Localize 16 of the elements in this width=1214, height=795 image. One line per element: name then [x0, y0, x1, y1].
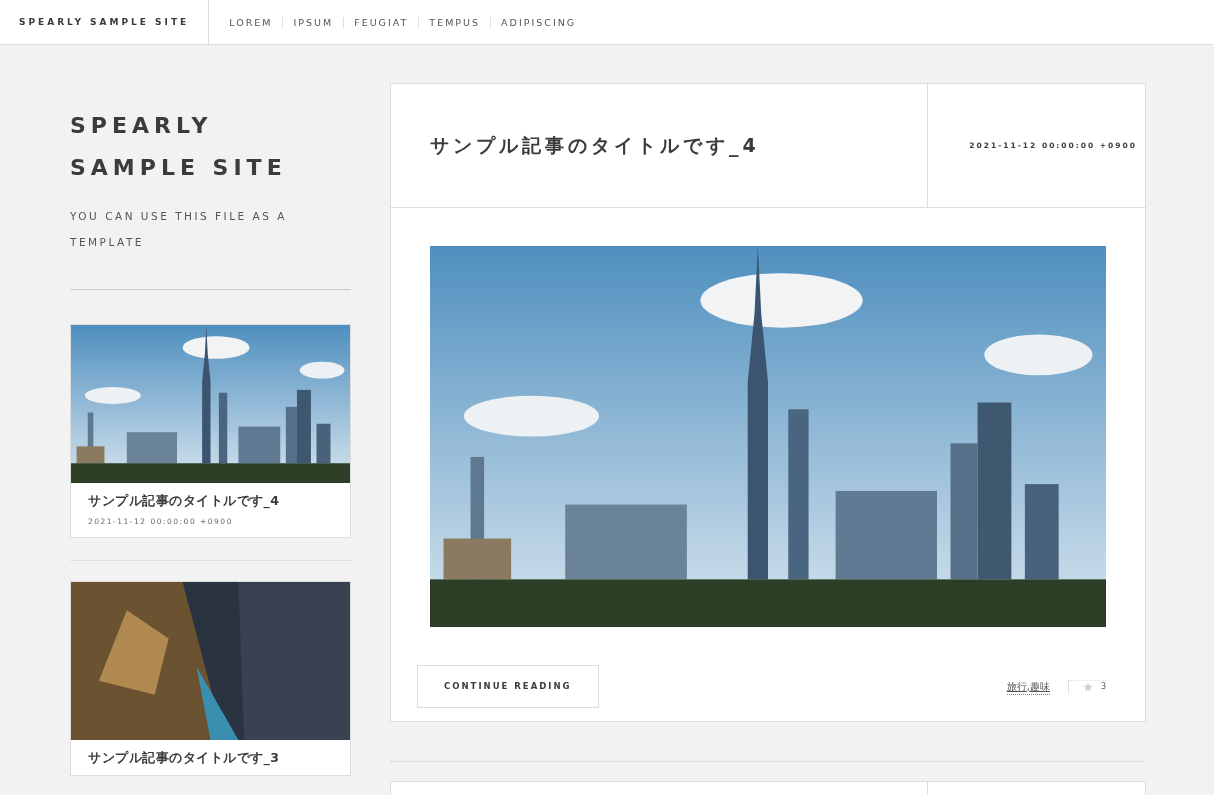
nav-link[interactable]: FEUGIAT — [343, 16, 419, 28]
continue-reading-button[interactable]: CONTINUE READING — [417, 665, 599, 708]
nav-link[interactable]: ADIPISCING — [490, 16, 587, 28]
nav-link[interactable]: IPSUM — [282, 16, 344, 28]
like-counter[interactable]: 3 — [1067, 680, 1106, 693]
site-brand[interactable]: SPEARLY SAMPLE SITE — [0, 0, 210, 44]
mini-post-title[interactable]: サンプル記事のタイトルです_3 — [88, 750, 333, 766]
nav-link[interactable]: TEMPUS — [418, 16, 491, 28]
tag-link[interactable]: 旅行,趣味 — [1006, 678, 1050, 695]
star-icon — [1082, 682, 1093, 692]
site-subtitle: YOU CAN USE THIS FILE AS A TEMPLATE — [70, 209, 288, 250]
nav-link[interactable]: LOREM — [219, 16, 283, 28]
like-count: 3 — [1100, 681, 1106, 693]
post-title[interactable]: サンプル記事のタイトルです_4 — [430, 134, 760, 157]
mini-post-title[interactable]: サンプル記事のタイトルです_4 — [88, 493, 333, 508]
site-title: SPEARLY SAMPLE SITE — [70, 112, 288, 182]
